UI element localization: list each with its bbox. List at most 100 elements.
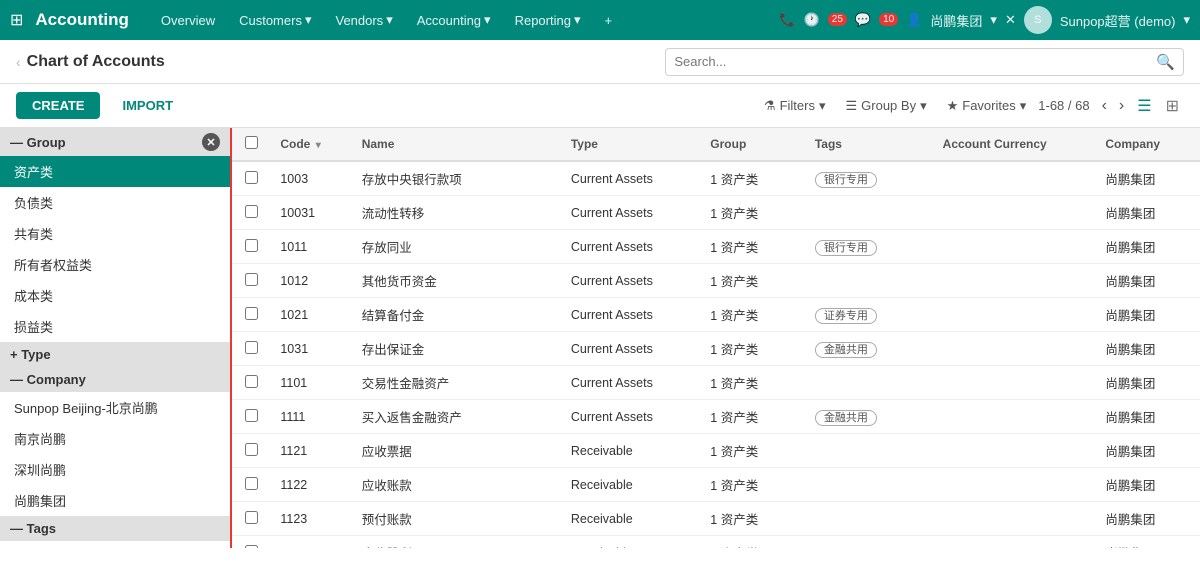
row-checkbox[interactable] — [245, 341, 258, 354]
table-row[interactable]: 1003 存放中央银行款项 Current Assets 1 资产类 银行专用 … — [232, 161, 1200, 196]
phone-icon[interactable]: 📞 — [779, 12, 795, 28]
row-checkbox[interactable] — [245, 511, 258, 524]
clock-icon[interactable]: 🕐 — [804, 12, 820, 28]
table-row[interactable]: 10031 流动性转移 Current Assets 1 资产类 尚鹏集团 — [232, 196, 1200, 230]
row-checkbox[interactable] — [245, 273, 258, 286]
sidebar-item-tag-0[interactable]: Operating Activities — [0, 541, 230, 548]
row-group: 1 资产类 — [700, 196, 805, 230]
sidebar-tags-header[interactable]: — Tags — [0, 516, 230, 541]
sidebar-item-group-3[interactable]: 所有者权益类 — [0, 249, 230, 280]
row-checkbox[interactable] — [245, 409, 258, 422]
row-tags — [805, 502, 933, 536]
row-checkbox[interactable] — [245, 375, 258, 388]
nav-overview[interactable]: Overview — [151, 0, 225, 40]
row-tags: 银行专用 — [805, 161, 933, 196]
row-currency — [933, 502, 1096, 536]
list-view-button[interactable]: ☰ — [1132, 94, 1156, 118]
page-title: Chart of Accounts — [27, 53, 165, 71]
table-row[interactable]: 1031 存出保证金 Current Assets 1 资产类 金融共用 尚鹏集… — [232, 332, 1200, 366]
row-code: 1123 — [270, 502, 351, 536]
top-nav-right: 📞 🕐25 💬10 👤 尚鹏集团 ▾ ✕ S Sunpop超营 (demo) ▾ — [779, 6, 1190, 34]
next-page-button[interactable]: › — [1115, 95, 1128, 117]
sidebar-item-company-0[interactable]: Sunpop Beijing-北京尚鹏 — [0, 392, 230, 423]
row-company: 尚鹏集团 — [1095, 468, 1200, 502]
company-name[interactable]: 尚鹏集团 — [930, 11, 982, 30]
col-group: Group — [700, 128, 805, 161]
chevron-down-icon: ▾ — [484, 12, 491, 28]
sidebar-company-header[interactable]: — Company — [0, 367, 230, 392]
grid-icon[interactable]: ⊞ — [10, 10, 23, 30]
create-button[interactable]: CREATE — [16, 92, 100, 119]
row-name: 存放中央银行款项 — [352, 161, 561, 196]
sidebar-item-group-5[interactable]: 损益类 — [0, 311, 230, 342]
row-checkbox[interactable] — [245, 545, 258, 549]
back-arrow-icon[interactable]: ‹ — [16, 54, 21, 70]
table-row[interactable]: 1131 应收股利 Receivable 1 资产类 尚鹏集团 — [232, 536, 1200, 549]
filters-button[interactable]: ⚗ Filters ▾ — [756, 95, 834, 117]
sidebar-item-company-1[interactable]: 南京尚鹏 — [0, 423, 230, 454]
close-group-icon[interactable]: ✕ — [202, 133, 220, 151]
sidebar-item-group-2[interactable]: 共有类 — [0, 218, 230, 249]
sidebar-group-header[interactable]: — Group ✕ — [0, 128, 230, 156]
row-checkbox[interactable] — [245, 205, 258, 218]
group-by-button[interactable]: ☰ Group By ▾ — [838, 95, 935, 117]
table-row[interactable]: 1012 其他货币资金 Current Assets 1 资产类 尚鹏集团 — [232, 264, 1200, 298]
search-icon[interactable]: 🔍 — [1156, 53, 1175, 71]
favorites-label: Favorites — [962, 98, 1015, 113]
table-row[interactable]: 1122 应收账款 Receivable 1 资产类 尚鹏集团 — [232, 468, 1200, 502]
close-icon[interactable]: ✕ — [1005, 12, 1016, 28]
table-row[interactable]: 1021 结算备付金 Current Assets 1 资产类 证券专用 尚鹏集… — [232, 298, 1200, 332]
row-checkbox[interactable] — [245, 477, 258, 490]
row-group: 1 资产类 — [700, 230, 805, 264]
chevron-down-icon: ▾ — [305, 12, 312, 28]
nav-vendors[interactable]: Vendors ▾ — [325, 0, 402, 40]
chat-icon[interactable]: 💬 — [855, 12, 871, 28]
nav-accounting[interactable]: Accounting ▾ — [407, 0, 501, 40]
nav-reporting[interactable]: Reporting ▾ — [505, 0, 591, 40]
table-row[interactable]: 1101 交易性金融资产 Current Assets 1 资产类 尚鹏集团 — [232, 366, 1200, 400]
table-row[interactable]: 1121 应收票据 Receivable 1 资产类 尚鹏集团 — [232, 434, 1200, 468]
row-currency — [933, 400, 1096, 434]
row-currency — [933, 264, 1096, 298]
row-group: 1 资产类 — [700, 366, 805, 400]
table-row[interactable]: 1123 预付账款 Receivable 1 资产类 尚鹏集团 — [232, 502, 1200, 536]
row-currency — [933, 332, 1096, 366]
sidebar-item-company-2[interactable]: 深圳尚鹏 — [0, 454, 230, 485]
sidebar-item-group-0[interactable]: 资产类 — [0, 156, 230, 187]
sidebar-item-group-1[interactable]: 负债类 — [0, 187, 230, 218]
col-tags: Tags — [805, 128, 933, 161]
row-checkbox[interactable] — [245, 239, 258, 252]
select-all-checkbox[interactable] — [245, 136, 258, 149]
prev-page-button[interactable]: ‹ — [1098, 95, 1111, 117]
row-name: 应收票据 — [352, 434, 561, 468]
nav-add[interactable]: + — [594, 0, 622, 40]
chevron-down-icon: ▾ — [920, 98, 927, 114]
search-input[interactable] — [674, 54, 1156, 69]
search-bar: 🔍 — [665, 48, 1184, 76]
grid-view-button[interactable]: ⊞ — [1161, 94, 1184, 118]
import-button[interactable]: IMPORT — [108, 92, 187, 119]
favorites-button[interactable]: ★ Favorites ▾ — [939, 95, 1035, 117]
sidebar-item-company-3[interactable]: 尚鹏集团 — [0, 485, 230, 516]
col-type: Type — [561, 128, 700, 161]
table-row[interactable]: 1111 买入返售金融资产 Current Assets 1 资产类 金融共用 … — [232, 400, 1200, 434]
sidebar-type-header[interactable]: + Type — [0, 342, 230, 367]
table-row[interactable]: 1011 存放同业 Current Assets 1 资产类 银行专用 尚鹏集团 — [232, 230, 1200, 264]
row-checkbox[interactable] — [245, 443, 258, 456]
user-icon[interactable]: 👤 — [906, 12, 922, 28]
row-type: Receivable — [561, 468, 700, 502]
row-checkbox-cell — [232, 400, 270, 434]
sidebar-item-group-4[interactable]: 成本类 — [0, 280, 230, 311]
row-code: 1101 — [270, 366, 351, 400]
row-name: 流动性转移 — [352, 196, 561, 230]
nav-customers[interactable]: Customers ▾ — [229, 0, 321, 40]
row-tags — [805, 536, 933, 549]
row-code: 10031 — [270, 196, 351, 230]
row-checkbox[interactable] — [245, 307, 258, 320]
row-currency — [933, 196, 1096, 230]
row-checkbox[interactable] — [245, 171, 258, 184]
col-code[interactable]: Code ▾ — [270, 128, 351, 161]
row-checkbox-cell — [232, 332, 270, 366]
row-checkbox-cell — [232, 434, 270, 468]
user-label[interactable]: Sunpop超营 (demo) — [1060, 11, 1176, 30]
